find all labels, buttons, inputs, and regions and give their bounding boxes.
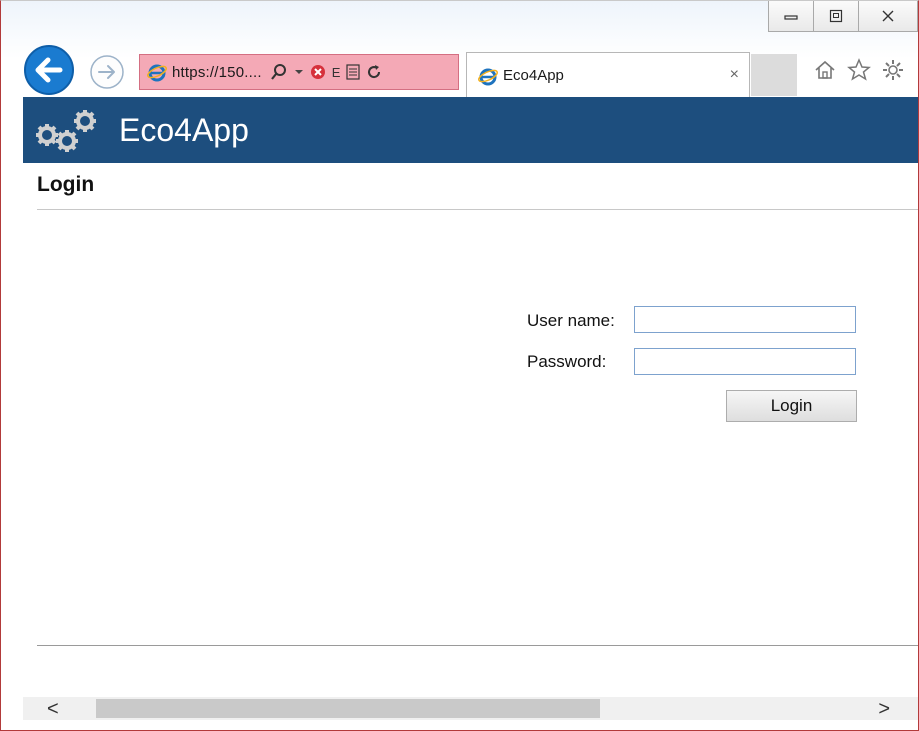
browser-chrome: https://150.... E Eco4App ×: [1, 1, 918, 98]
address-url: https://150....: [172, 63, 262, 81]
scroll-right-button[interactable]: >: [878, 698, 890, 721]
error-icon[interactable]: [310, 64, 326, 80]
window-controls: [768, 1, 918, 33]
gears-logo-icon: [36, 110, 96, 152]
scrollbar-thumb[interactable]: [96, 699, 600, 718]
home-icon[interactable]: [813, 58, 837, 82]
compat-icon[interactable]: [346, 64, 360, 80]
tab-close-button[interactable]: ×: [730, 66, 739, 84]
ie-logo-icon: [147, 64, 167, 82]
close-window-button[interactable]: [859, 1, 918, 32]
username-label: User name:: [527, 311, 615, 330]
browser-window: https://150.... E Eco4App × Eco4App Logi…: [0, 0, 919, 731]
scroll-left-button[interactable]: <: [47, 698, 59, 721]
refresh-icon[interactable]: [366, 64, 382, 80]
username-input[interactable]: [634, 306, 856, 333]
close-icon: [882, 10, 894, 22]
new-tab-button[interactable]: [751, 54, 797, 96]
minimize-button[interactable]: [768, 1, 814, 32]
forward-button[interactable]: [89, 54, 125, 90]
back-button[interactable]: [23, 40, 87, 104]
search-icon[interactable]: [270, 63, 288, 81]
page-title: Login: [37, 173, 95, 196]
password-label: Password:: [527, 352, 607, 371]
ie-logo-icon: [478, 68, 498, 85]
footer-divider: [37, 645, 918, 646]
favorites-star-icon[interactable]: [847, 58, 871, 82]
settings-gear-icon[interactable]: [881, 58, 905, 82]
restore-button[interactable]: [814, 1, 859, 32]
tab-eco4app[interactable]: Eco4App ×: [466, 52, 750, 98]
header-divider: [37, 209, 918, 210]
address-letter: E: [331, 64, 341, 80]
password-input[interactable]: [634, 348, 856, 375]
app-header: Eco4App: [23, 97, 918, 163]
browser-toolbar: [813, 58, 905, 82]
address-bar[interactable]: https://150.... E: [139, 54, 459, 90]
tab-title: Eco4App: [503, 67, 564, 84]
minimize-icon: [784, 15, 798, 20]
dropdown-icon[interactable]: [294, 67, 304, 77]
app-title: Eco4App: [119, 111, 249, 148]
restore-icon: [829, 9, 843, 23]
login-button[interactable]: Login: [726, 390, 857, 422]
horizontal-scrollbar[interactable]: < >: [23, 697, 918, 721]
